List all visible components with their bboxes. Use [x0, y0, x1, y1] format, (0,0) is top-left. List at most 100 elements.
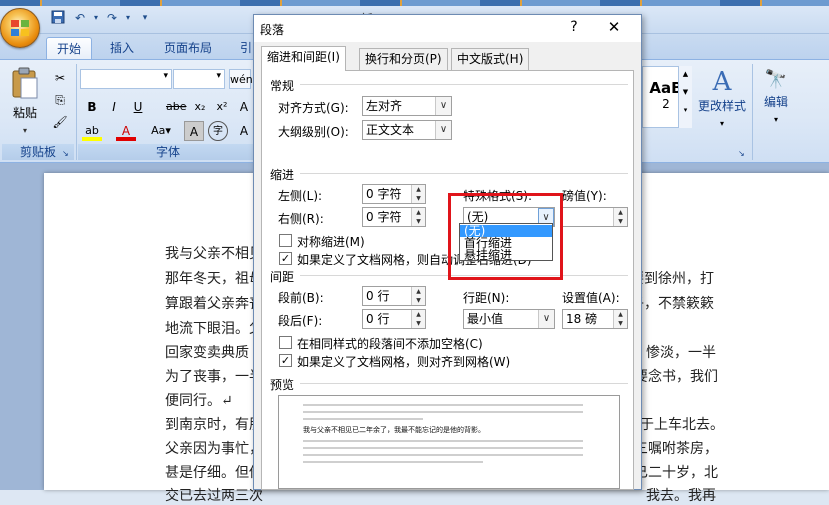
indent-right-spinner[interactable]: 0 字符 ▲ ▼ — [362, 207, 426, 227]
auto-adjust-checkbox[interactable]: ✓ — [279, 252, 292, 265]
section-preview: 预览 — [270, 378, 295, 392]
change-styles-label: 更改样式 — [697, 99, 746, 113]
underline-button[interactable]: U — [128, 97, 148, 117]
copy-icon[interactable]: ⎘ — [50, 90, 70, 110]
strikethrough-button[interactable]: abe — [166, 97, 187, 117]
indent-right-label: 右侧(R): — [278, 212, 324, 226]
phonetic-guide-icon[interactable]: wén — [229, 69, 253, 89]
doc-line: 便同行。↵ — [165, 393, 233, 409]
line-spacing-label: 行距(N): — [463, 291, 510, 305]
no-space-label: 在相同样式的段落间不添加空格(C) — [297, 337, 483, 351]
doc-line: 交已去过两三次 — [165, 488, 263, 504]
italic-button[interactable]: I — [104, 97, 124, 117]
doc-line: 为了丧事，一半 — [165, 369, 263, 385]
spin-buttons[interactable]: ▲ ▼ — [613, 208, 627, 226]
spin-buttons[interactable]: ▲ ▼ — [411, 287, 425, 305]
mirror-indents-checkbox[interactable] — [279, 234, 292, 247]
spacing-after-label: 段后(F): — [278, 314, 323, 328]
spin-buttons[interactable]: ▲ ▼ — [411, 310, 425, 328]
redo-dropdown-icon[interactable]: ▾ — [120, 10, 136, 26]
spacing-before-label: 段前(B): — [278, 291, 324, 305]
spin-buttons[interactable]: ▲ ▼ — [411, 185, 425, 203]
spin-buttons[interactable]: ▲ ▼ — [411, 208, 425, 226]
alignment-select[interactable]: 左对齐 ∨ — [362, 96, 452, 116]
font-size-box[interactable]: ▾ — [173, 69, 225, 89]
change-styles-dropdown-icon: ▾ — [719, 119, 724, 128]
doc-line-right: 要念书，我们 — [634, 369, 718, 385]
redo-icon[interactable]: ↷ — [104, 10, 120, 26]
mirror-indents-label: 对称缩进(M) — [297, 235, 365, 249]
editing-dropdown-icon: ▾ — [773, 115, 778, 124]
undo-icon[interactable]: ↶ — [72, 10, 88, 26]
indent-by-label: 磅值(Y): — [562, 189, 607, 203]
line-spacing-select[interactable]: 最小值 ∨ — [463, 309, 555, 329]
save-icon[interactable] — [50, 10, 66, 26]
indent-left-spinner[interactable]: 0 字符 ▲ ▼ — [362, 184, 426, 204]
tab-asian-typography[interactable]: 中文版式(H) — [451, 48, 530, 70]
find-icon: 🔭 — [764, 69, 788, 90]
alignment-label: 对齐方式(G): — [278, 101, 349, 115]
doc-line-right: 我去。我再 — [646, 488, 716, 504]
chevron-down-icon: ∨ — [435, 97, 451, 115]
font-color-icon[interactable]: A — [116, 121, 136, 141]
doc-line-right: 子，不禁簌簌 — [630, 296, 714, 312]
enclose-characters-icon[interactable]: 字 — [208, 121, 228, 141]
doc-line: 到南京时，有朋 — [165, 417, 263, 433]
tab-panel: 常规 对齐方式(G): 左对齐 ∨ 大纲级别(O): 正文文本 ∨ 缩进 左侧(L)… — [261, 70, 634, 490]
paste-button[interactable]: 粘贴 ▾ — [6, 66, 44, 135]
editing-button[interactable]: 🔭 编辑 ▾ — [758, 66, 794, 136]
font-name-box[interactable]: ▾ — [80, 69, 172, 89]
subscript-button[interactable]: x₂ — [190, 97, 210, 117]
office-logo-icon — [11, 20, 29, 36]
no-space-checkbox[interactable] — [279, 336, 292, 349]
outline-level-label: 大纲级别(O): — [278, 125, 349, 139]
editing-label: 编辑 — [763, 95, 788, 109]
superscript-button[interactable]: x² — [212, 97, 232, 117]
outline-level-select[interactable]: 正文文本 ∨ — [362, 120, 452, 140]
preview-box: 我与父亲不相见已二年余了，我最不能忘记的是他的背影。 — [278, 395, 620, 489]
doc-line-right: 于上车北去。 — [640, 417, 724, 433]
styles-launcher-icon[interactable]: ↘ — [738, 149, 745, 158]
styles-scroll[interactable]: ▲ ▼ ▾ — [678, 66, 692, 128]
line-spacing-at-spinner[interactable]: 18 磅 ▲ ▼ — [562, 309, 628, 329]
section-general: 常规 — [270, 79, 295, 93]
close-button[interactable]: ✕ — [604, 18, 624, 36]
doc-line: 算跟着父亲奔丧 — [165, 296, 263, 312]
character-shading-icon[interactable]: A — [184, 121, 204, 141]
cut-icon[interactable]: ✂ — [50, 68, 70, 88]
preview-line — [303, 447, 583, 449]
tab-insert[interactable]: 插入 — [100, 37, 144, 60]
dialog-title-bar: 段落 ? ✕ — [254, 15, 641, 42]
tab-home[interactable]: 开始 — [46, 37, 93, 60]
tab-page-layout[interactable]: 页面布局 — [154, 37, 222, 60]
bold-button[interactable]: B — [82, 97, 102, 117]
preview-line — [303, 418, 423, 420]
indent-left-label: 左侧(L): — [278, 189, 323, 203]
section-indentation: 缩进 — [270, 168, 295, 182]
highlight-icon[interactable]: ab — [82, 121, 102, 141]
spin-buttons[interactable]: ▲ ▼ — [613, 310, 627, 328]
change-case-icon[interactable]: Aa▾ — [148, 121, 174, 141]
indent-by-spinner[interactable]: ▲ ▼ — [562, 207, 628, 227]
paste-icon — [12, 67, 38, 99]
customize-toolbar-icon[interactable]: ▾ — [137, 10, 153, 26]
tab-line-page-breaks[interactable]: 换行和分页(P) — [359, 48, 448, 70]
preview-line — [303, 440, 583, 442]
clear-format-icon[interactable]: Ａ — [234, 97, 254, 117]
spacing-after-spinner[interactable]: 0 行 ▲ ▼ — [362, 309, 426, 329]
divider — [300, 383, 628, 384]
change-styles-button[interactable]: A 更改样式 ▾ — [694, 66, 750, 136]
office-button[interactable] — [0, 8, 40, 48]
clipboard-launcher-icon[interactable]: ↘ — [62, 149, 69, 158]
undo-dropdown-icon[interactable]: ▾ — [88, 10, 104, 26]
character-border-icon[interactable]: A — [234, 121, 254, 141]
divider — [300, 84, 628, 85]
help-button[interactable]: ? — [564, 19, 584, 35]
tab-indents-spacing[interactable]: 缩进和间距(I) — [261, 46, 346, 71]
format-painter-icon[interactable]: 🖌 — [50, 112, 70, 132]
doc-line: 甚是仔细。但他 — [165, 465, 263, 481]
doc-line-right: 已二十岁，北 — [634, 465, 718, 481]
snap-to-grid-checkbox[interactable]: ✓ — [279, 354, 292, 367]
doc-line: 父亲因为事忙， — [165, 441, 263, 457]
spacing-before-spinner[interactable]: 0 行 ▲ ▼ — [362, 286, 426, 306]
